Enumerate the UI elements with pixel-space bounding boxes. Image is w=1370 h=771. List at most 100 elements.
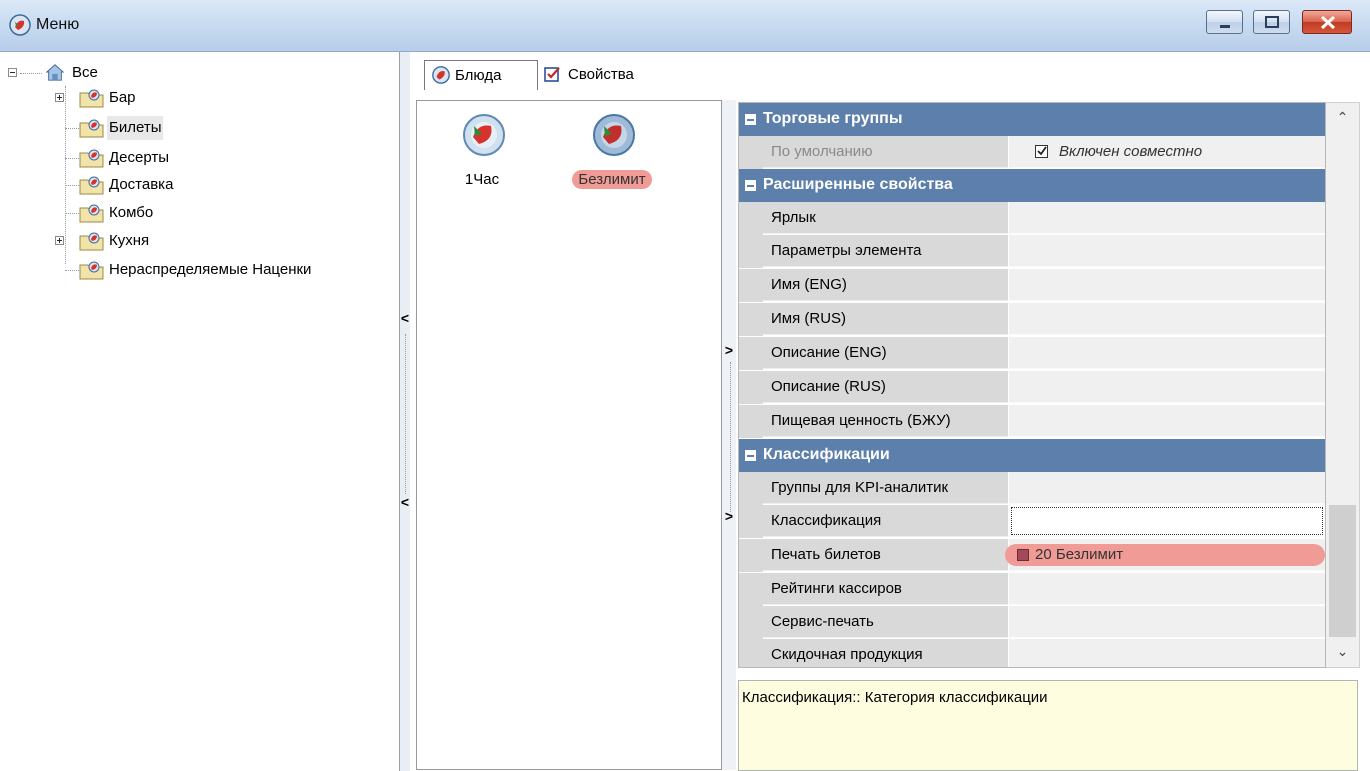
property-value[interactable]: 20 Безлимит: [1005, 539, 1325, 571]
property-value[interactable]: [1009, 573, 1325, 605]
row-margin: [739, 472, 763, 505]
printer-icon: [1017, 549, 1029, 561]
property-value[interactable]: [1009, 505, 1325, 537]
property-row[interactable]: Пищевая ценность (БЖУ): [739, 405, 1325, 438]
category-title: Расширенные свойства: [763, 176, 953, 193]
collapse-icon[interactable]: [745, 180, 756, 191]
left-splitter[interactable]: < <: [400, 52, 410, 771]
minimize-button[interactable]: [1206, 10, 1243, 34]
row-margin: [739, 639, 763, 667]
dish-item[interactable]: Безлимит: [557, 105, 667, 201]
property-row[interactable]: Описание (ENG): [739, 337, 1325, 370]
tree-connector: [65, 158, 79, 159]
property-name: Скидочная продукция: [763, 639, 1008, 667]
tree-item-label: Комбо: [109, 204, 154, 221]
property-value-text: 20 Безлимит: [1035, 546, 1124, 563]
dish-item[interactable]: 1Час: [427, 105, 537, 201]
property-value[interactable]: [1009, 472, 1325, 504]
tree-item-bar[interactable]: Бар: [55, 86, 255, 110]
folder-dish-icon: [79, 176, 104, 195]
dish-plate-icon: [593, 114, 635, 156]
minimize-icon: [1220, 25, 1230, 28]
scrollbar-thumb[interactable]: [1329, 505, 1356, 637]
property-row[interactable]: Имя (ENG): [739, 269, 1325, 302]
tree-item-delivery[interactable]: Доставка: [55, 173, 255, 197]
dish-plate-icon: [432, 66, 450, 84]
property-value[interactable]: [1009, 269, 1325, 301]
property-row[interactable]: Группы для KPI-аналитик: [739, 472, 1325, 505]
close-button[interactable]: [1302, 10, 1352, 34]
property-value[interactable]: [1009, 337, 1325, 369]
collapse-icon[interactable]: [8, 68, 17, 77]
property-value[interactable]: [1009, 303, 1325, 335]
property-row[interactable]: Классификация: [739, 505, 1325, 538]
row-margin: [739, 371, 763, 404]
checkbox[interactable]: [1035, 145, 1048, 158]
expand-icon[interactable]: [55, 236, 64, 245]
middle-splitter[interactable]: > >: [722, 100, 736, 770]
tree-item-combo[interactable]: Комбо: [55, 201, 255, 225]
expand-icon[interactable]: [55, 93, 64, 102]
ticket-print-value[interactable]: 20 Безлимит: [1005, 544, 1325, 566]
tree-item-surcharges[interactable]: Нераспределяемые Наценки: [55, 258, 395, 282]
property-row[interactable]: Параметры элемента: [739, 235, 1325, 268]
tab-label: Блюда: [455, 67, 502, 84]
checkbox-icon: [544, 67, 560, 82]
scroll-down-icon[interactable]: ⌄: [1326, 643, 1359, 663]
tree-connector: [65, 128, 79, 129]
scroll-up-icon[interactable]: ⌃: [1326, 109, 1359, 129]
property-value[interactable]: [1009, 202, 1325, 234]
tab-properties[interactable]: Свойства: [538, 60, 678, 90]
folder-dish-icon: [79, 261, 104, 280]
tab-bar: Блюда Свойства: [410, 58, 1370, 92]
property-grid[interactable]: Торговые группы По умолчанию Включен сов…: [738, 102, 1326, 668]
property-value[interactable]: [1009, 371, 1325, 403]
property-value[interactable]: [1009, 405, 1325, 437]
tree-item-desserts[interactable]: Десерты: [55, 146, 255, 170]
tree-item-kitchen[interactable]: Кухня: [55, 229, 255, 253]
property-row[interactable]: Рейтинги кассиров: [739, 573, 1325, 606]
property-row[interactable]: По умолчанию Включен совместно: [739, 136, 1325, 169]
property-value[interactable]: [1009, 235, 1325, 267]
property-name: Классификация: [763, 505, 1008, 537]
tree-root-all[interactable]: Все: [8, 61, 208, 85]
property-row[interactable]: Сервис-печать: [739, 606, 1325, 639]
collapse-icon[interactable]: [745, 450, 756, 461]
property-value[interactable]: [1009, 639, 1325, 667]
property-name: Пищевая ценность (БЖУ): [763, 405, 1008, 437]
tree-item-label: Нераспределяемые Наценки: [109, 261, 312, 278]
property-row[interactable]: Описание (RUS): [739, 371, 1325, 404]
tree-item-label: Бар: [109, 89, 136, 106]
property-row[interactable]: Печать билетов 20 Безлимит: [739, 539, 1325, 572]
property-value-text: Включен совместно: [1059, 143, 1203, 160]
folder-dish-icon: [79, 149, 104, 168]
collapse-icon[interactable]: [745, 114, 756, 125]
row-margin: [739, 136, 763, 169]
category-classifications[interactable]: Классификации: [739, 439, 1325, 472]
tree-item-tickets[interactable]: Билеты: [55, 116, 255, 140]
property-name: Ярлык: [763, 202, 1008, 234]
property-name: Описание (RUS): [763, 371, 1008, 403]
collapse-left-arrow-icon[interactable]: <: [400, 494, 410, 510]
category-trade-groups[interactable]: Торговые группы: [739, 103, 1325, 136]
property-value[interactable]: Включен совместно: [1009, 136, 1325, 168]
collapse-left-arrow-icon[interactable]: <: [400, 310, 410, 326]
property-row[interactable]: Скидочная продукция: [739, 639, 1325, 667]
tree-connector: [65, 270, 79, 271]
window-titlebar[interactable]: Меню: [0, 0, 1370, 52]
collapse-right-arrow-icon[interactable]: >: [724, 342, 734, 358]
tab-dishes[interactable]: Блюда: [424, 60, 538, 90]
property-description: Классификация:: Категория классификации: [738, 680, 1358, 771]
house-icon: [45, 64, 65, 81]
collapse-right-arrow-icon[interactable]: >: [724, 508, 734, 524]
menu-tree[interactable]: Все Бар Билеты Десерты Доставка Комбо Ку…: [0, 52, 400, 771]
property-value[interactable]: [1009, 606, 1325, 638]
row-margin: [739, 405, 763, 438]
property-grid-scrollbar[interactable]: ⌃ ⌄: [1326, 102, 1360, 668]
property-row[interactable]: Ярлык: [739, 202, 1325, 235]
maximize-button[interactable]: [1253, 10, 1290, 34]
dish-label: 1Час: [464, 171, 500, 188]
category-extended-properties[interactable]: Расширенные свойства: [739, 169, 1325, 202]
property-row[interactable]: Имя (RUS): [739, 303, 1325, 336]
dishes-panel[interactable]: 1Час Безлимит: [416, 100, 722, 770]
